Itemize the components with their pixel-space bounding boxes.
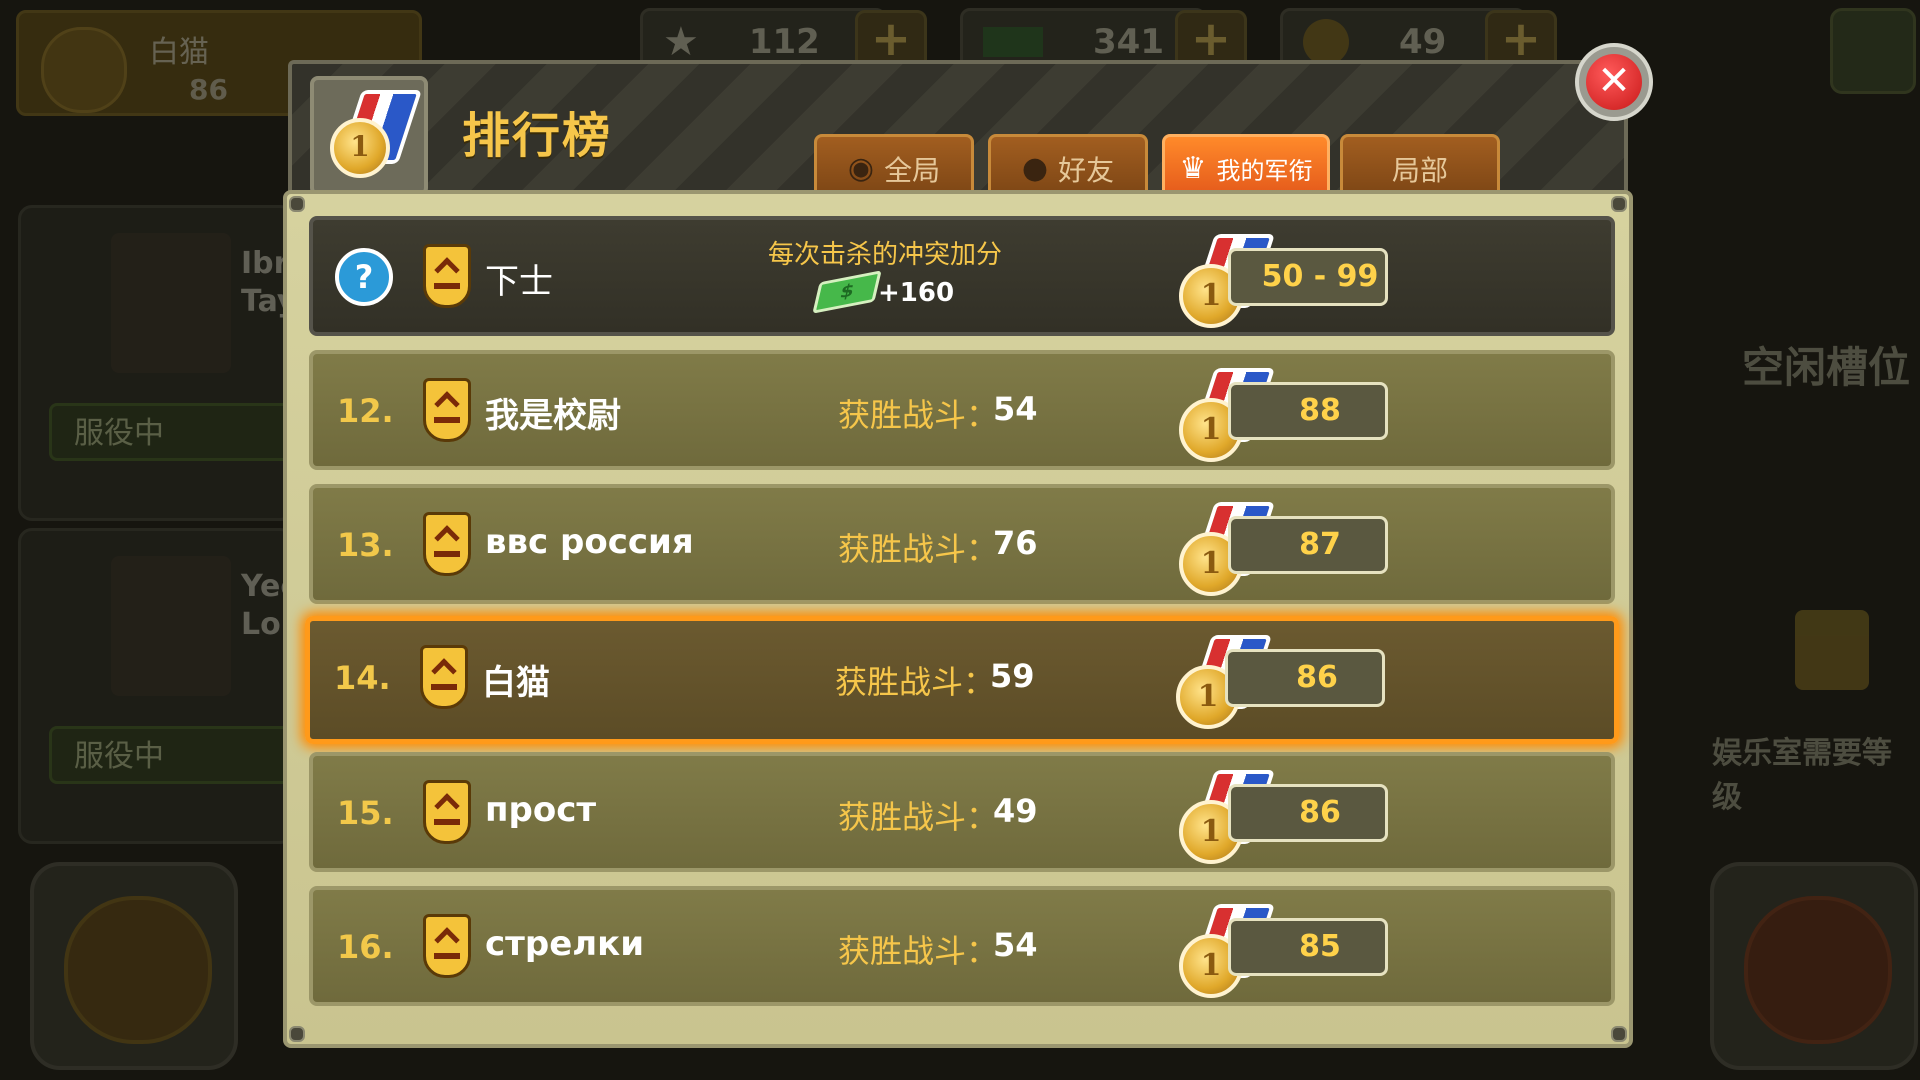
in-service-label: 服役中: [49, 726, 299, 784]
rank-number: 14.: [334, 659, 391, 697]
bonus-label: 每次击杀的冲突加分: [768, 240, 1003, 270]
leaderboard-row[interactable]: 15. прост 获胜战斗： 49 1 86: [309, 752, 1615, 872]
resource-value: 112: [748, 22, 820, 62]
rivet: [1611, 1026, 1627, 1042]
bonus-value: +160: [878, 278, 955, 308]
wins-value: 76: [993, 524, 1038, 562]
battle-button[interactable]: [1710, 862, 1918, 1070]
cash-icon: $: [812, 270, 882, 314]
globe-icon: ◉: [847, 151, 875, 186]
leaderboard-medal-icon: 1: [310, 76, 428, 196]
in-service-label: 服役中: [49, 403, 299, 461]
wins-label: 获胜战斗：: [835, 663, 996, 701]
lock-icon: [1795, 610, 1869, 690]
rec-room-notice: 娱乐室需要等级: [1712, 736, 1892, 815]
soldier-portrait: [111, 556, 231, 696]
player-name: стрелки: [485, 924, 645, 964]
wins-value: 49: [993, 792, 1038, 830]
free-slot-label: 空闲槽位: [1742, 343, 1911, 392]
wins-label: 获胜战斗：: [838, 932, 999, 970]
player-name: 白猫: [482, 663, 550, 703]
player-name: ввс россия: [485, 522, 694, 562]
wins-label: 获胜战斗：: [838, 530, 999, 568]
rank-shield-icon: [423, 780, 471, 844]
star-icon: ★: [663, 19, 699, 65]
rank-shield-icon: [423, 914, 471, 978]
leaderboard-row[interactable]: 12. 我是校尉 获胜战斗： 54 1 88: [309, 350, 1615, 470]
score-range: 50 - 99: [1228, 248, 1388, 306]
player-name: прост: [485, 790, 597, 830]
unit-card[interactable]: Yec Lon 服役中: [18, 528, 302, 844]
rivet: [289, 1026, 305, 1042]
person-icon: ●: [1021, 151, 1049, 186]
leaderboard-row[interactable]: 16. стрелки 获胜战斗： 54 1 85: [309, 886, 1615, 1006]
player-name: 白猫: [149, 35, 209, 70]
unit-card[interactable]: Ibra Tay 服役中: [18, 205, 309, 521]
resource-value: 49: [1399, 22, 1447, 62]
rank-shield-icon: [420, 645, 468, 709]
rivet: [1611, 196, 1627, 212]
rank-shield-icon: [423, 378, 471, 442]
back-button[interactable]: [30, 862, 238, 1070]
score-value: 85: [1228, 918, 1388, 976]
player-name: 我是校尉: [485, 396, 621, 436]
wins-label: 获胜战斗：: [838, 798, 999, 836]
game-screen: 白猫 86 ★ 112 + 341 + 49 + Ibra Tay 服役中 Ye…: [0, 0, 1920, 1080]
resource-value: 341: [1093, 22, 1164, 62]
settings-gear-icon[interactable]: [1830, 8, 1916, 94]
score-value: 86: [1228, 784, 1388, 842]
rivet: [289, 196, 305, 212]
rank-number: 12.: [337, 392, 394, 430]
rank-shield-icon: [423, 244, 471, 308]
coin-icon: [1303, 19, 1349, 65]
rank-badge-icon: [41, 27, 127, 113]
leaderboard-row[interactable]: 13. ввс россия 获胜战斗： 76 1 87: [309, 484, 1615, 604]
leaderboard-panel: 1 排行榜 ◉ 全局 ● 好友 ♛ 我的军衔 局部 ✕ ? 下士 每次击杀的冲突…: [283, 43, 1653, 1052]
soldier-portrait: [111, 233, 231, 373]
score-value: 86: [1225, 649, 1385, 707]
rank-number: 15.: [337, 794, 394, 832]
close-icon: ✕: [1586, 54, 1642, 110]
score-value: 88: [1228, 382, 1388, 440]
wins-value: 54: [993, 926, 1038, 964]
rank-info-row: ? 下士 每次击杀的冲突加分 $ +160 1 50 - 99: [309, 216, 1615, 336]
wins-value: 59: [990, 657, 1035, 695]
leaderboard-row-current-player[interactable]: 14. 白猫 获胜战斗： 59 1 86: [305, 616, 1619, 744]
rank-shield-icon: [423, 512, 471, 576]
cash-icon: [983, 27, 1043, 57]
wins-value: 54: [993, 390, 1038, 428]
score-value: 87: [1228, 516, 1388, 574]
help-icon[interactable]: ?: [335, 248, 393, 306]
wins-label: 获胜战斗：: [838, 396, 999, 434]
leaderboard-title: 排行榜: [462, 108, 613, 164]
leaderboard-list: ? 下士 每次击杀的冲突加分 $ +160 1 50 - 99 12. 我是校尉…: [283, 190, 1633, 1048]
rank-number: 13.: [337, 526, 394, 564]
panel-header: 1 排行榜 ◉ 全局 ● 好友 ♛ 我的军衔 局部: [288, 60, 1628, 200]
rank-name: 下士: [485, 262, 553, 302]
player-value: 86: [189, 73, 228, 106]
rank-number: 16.: [337, 928, 394, 966]
back-arrow-icon: [64, 896, 212, 1044]
trophy-icon: ♛: [1179, 151, 1207, 186]
crosshair-icon: [1744, 896, 1892, 1044]
close-button[interactable]: ✕: [1575, 43, 1653, 121]
